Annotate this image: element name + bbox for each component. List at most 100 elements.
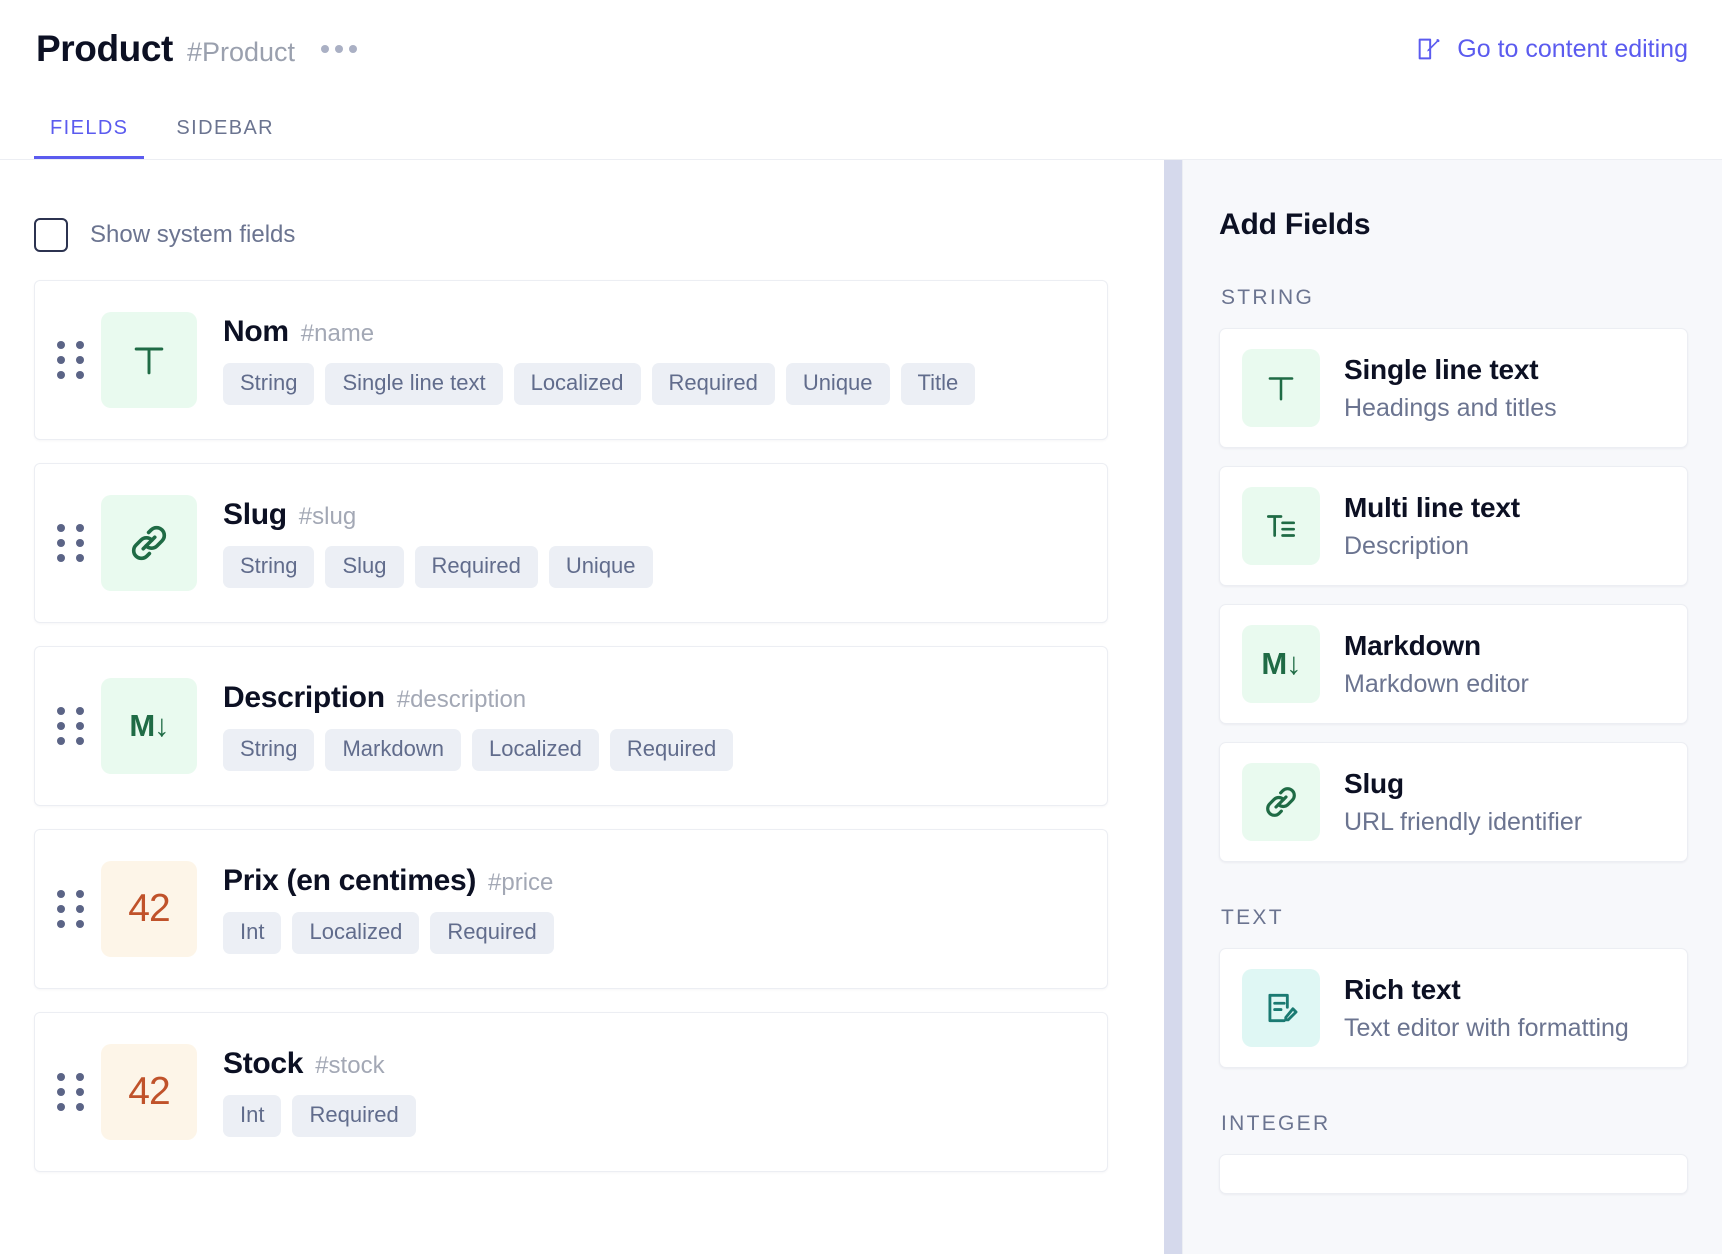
field-type-name: Multi line text — [1344, 491, 1520, 523]
field-name: Prix (en centimes) — [223, 864, 477, 897]
field-title-row: Prix (en centimes) #price — [223, 864, 554, 898]
field-type-name: Slug — [1344, 767, 1404, 799]
dot-icon — [349, 45, 358, 53]
group-label-text: TEXT — [1221, 906, 1284, 929]
field-tag: Required — [609, 729, 734, 771]
page-title: Product — [36, 28, 173, 69]
pencil-square-icon — [1415, 35, 1443, 63]
link-icon — [1242, 763, 1320, 841]
field-tag: Required — [651, 363, 775, 405]
drag-handle-icon[interactable] — [57, 338, 85, 382]
field-tag: Required — [292, 1095, 416, 1137]
show-system-fields-toggle[interactable]: Show system fields — [0, 160, 1164, 252]
title-block: Product #Product — [36, 28, 361, 70]
group-label-string: STRING — [1221, 286, 1315, 309]
drag-handle-icon[interactable] — [57, 887, 85, 931]
field-type-rich-text[interactable]: Rich text Text editor with formatting — [1219, 948, 1688, 1068]
field-title-row: Nom #name — [223, 315, 975, 349]
drag-handle-icon[interactable] — [57, 704, 85, 748]
field-tag: Slug — [325, 546, 404, 588]
dot-icon — [321, 45, 330, 53]
field-tags: String Single line text Localized Requir… — [223, 363, 976, 405]
go-to-content-editing-label: Go to content editing — [1457, 34, 1688, 63]
field-key: #stock — [315, 1052, 385, 1079]
field-details: Slug #slug String Slug Required Unique — [223, 498, 653, 588]
field-card[interactable]: M↓ Description #description String Markd… — [34, 646, 1108, 806]
field-card[interactable]: Slug #slug String Slug Required Unique — [34, 463, 1108, 623]
field-tags: String Slug Required Unique — [223, 546, 653, 588]
group-label-integer: INTEGER — [1221, 1112, 1331, 1135]
field-type-text: Multi line text Description — [1344, 492, 1520, 561]
field-title-row: Slug #slug — [223, 498, 653, 532]
panel-resize-handle[interactable] — [1164, 160, 1182, 1254]
go-to-content-editing-link[interactable]: Go to content editing — [1415, 35, 1688, 64]
fields-column: Show system fields Nom #name String Sing… — [0, 160, 1164, 1254]
field-key: #price — [488, 869, 554, 896]
field-tags: Int Required — [223, 1095, 416, 1137]
field-type-name: Markdown — [1344, 629, 1481, 661]
overflow-menu-button[interactable] — [317, 37, 361, 61]
field-tag: Required — [430, 912, 554, 954]
field-tag: Int — [223, 912, 282, 954]
field-type-text: Rich text Text editor with formatting — [1344, 974, 1629, 1043]
field-tag: Localized — [513, 363, 641, 405]
markdown-icon: M↓ — [1242, 625, 1320, 703]
field-tags: Int Localized Required — [223, 912, 554, 954]
field-type-name: Rich text — [1344, 973, 1461, 1005]
field-tag: Markdown — [325, 729, 461, 771]
field-type-multi-line-text[interactable]: Multi line text Description — [1219, 466, 1688, 586]
field-details: Description #description String Markdown… — [223, 681, 734, 771]
drag-handle-icon[interactable] — [57, 521, 85, 565]
field-tag: String — [223, 363, 315, 405]
field-type-desc: Description — [1344, 531, 1470, 560]
field-card[interactable]: 42 Stock #stock Int Required — [34, 1012, 1108, 1172]
field-tag: String — [223, 546, 315, 588]
tab-sidebar[interactable]: SIDEBAR — [160, 117, 290, 159]
page-slug: #Product — [186, 37, 296, 67]
field-tag: Required — [414, 546, 538, 588]
field-type-markdown[interactable]: M↓ Markdown Markdown editor — [1219, 604, 1688, 724]
field-tag: Unique — [548, 546, 653, 588]
multi-line-text-icon — [1242, 487, 1320, 565]
field-key: #name — [300, 320, 375, 347]
field-tag: String — [223, 729, 315, 771]
field-type-single-line-text[interactable]: Single line text Headings and titles — [1219, 328, 1688, 448]
field-type-desc: Markdown editor — [1344, 669, 1529, 698]
field-details: Prix (en centimes) #price Int Localized … — [223, 864, 554, 954]
field-type-desc: Headings and titles — [1344, 393, 1557, 422]
field-type-slug[interactable]: Slug URL friendly identifier — [1219, 742, 1688, 862]
tab-bar: FIELDS SIDEBAR — [0, 98, 1722, 160]
single-line-text-icon — [101, 312, 197, 408]
field-key: #description — [396, 686, 527, 713]
drag-handle-icon[interactable] — [57, 1070, 85, 1114]
field-card[interactable]: 42 Prix (en centimes) #price Int Localiz… — [34, 829, 1108, 989]
page-header: Product #Product Go to content editing — [0, 0, 1722, 98]
add-fields-panel: Add Fields STRING Single line text Headi… — [1182, 160, 1722, 1254]
field-type-desc: URL friendly identifier — [1344, 807, 1583, 836]
integer-icon: 42 — [101, 1044, 197, 1140]
markdown-glyph: M↓ — [1261, 646, 1301, 681]
field-details: Nom #name String Single line text Locali… — [223, 315, 976, 405]
field-type-text: Single line text Headings and titles — [1344, 354, 1557, 423]
field-type-name: Single line text — [1344, 353, 1539, 385]
field-type-desc: Text editor with formatting — [1344, 1013, 1629, 1042]
field-tag: Title — [900, 363, 976, 405]
field-name: Description — [223, 681, 385, 714]
field-details: Stock #stock Int Required — [223, 1047, 416, 1137]
field-card[interactable]: Nom #name String Single line text Locali… — [34, 280, 1108, 440]
markdown-icon: M↓ — [101, 678, 197, 774]
field-name: Nom — [223, 315, 289, 348]
field-type-partial[interactable] — [1219, 1154, 1688, 1194]
field-tag: Unique — [785, 363, 890, 405]
single-line-text-icon — [1242, 349, 1320, 427]
field-key: #slug — [298, 503, 357, 530]
field-title-row: Description #description — [223, 681, 733, 715]
integer-glyph: 42 — [128, 1070, 170, 1113]
show-system-fields-checkbox[interactable] — [34, 218, 68, 252]
field-name: Stock — [223, 1047, 304, 1080]
field-type-text: Markdown Markdown editor — [1344, 630, 1529, 699]
tab-fields[interactable]: FIELDS — [34, 117, 145, 159]
schema-editor-app: Product #Product Go to content editing F… — [0, 0, 1722, 1254]
field-tag: Single line text — [325, 363, 503, 405]
field-tag: Localized — [292, 912, 420, 954]
